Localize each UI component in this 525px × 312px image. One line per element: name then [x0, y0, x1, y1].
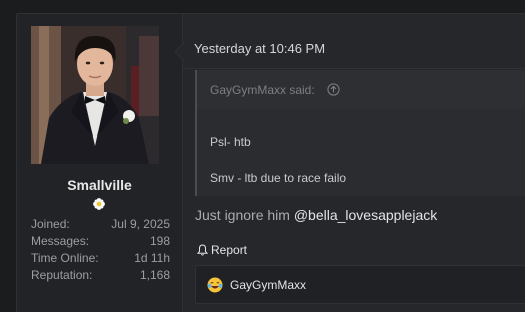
- forum-post: Smallville Joined: Jul 9, 2025 Messages:…: [16, 13, 525, 312]
- stat-value: Jul 9, 2025: [111, 217, 170, 231]
- stat-label: Messages:: [31, 234, 90, 248]
- stat-label: Joined:: [31, 217, 70, 231]
- quote-author: GayGymMaxx said:: [210, 83, 315, 97]
- stat-row-time-online: Time Online: 1d 11h: [31, 250, 170, 267]
- message-text: Just ignore him: [195, 207, 294, 223]
- user-stats: Joined: Jul 9, 2025 Messages: 198 Time O…: [31, 216, 170, 284]
- quote-line: Smv - ltb due to race failo: [210, 171, 347, 185]
- report-label: Report: [211, 243, 248, 257]
- header-divider: [182, 68, 525, 69]
- bell-icon: [197, 244, 208, 256]
- stat-value: 1d 11h: [134, 251, 170, 265]
- stat-value: 198: [149, 234, 170, 248]
- post-timestamp[interactable]: Yesterday at 10:46 PM: [194, 41, 325, 56]
- stat-label: Reputation:: [31, 268, 93, 282]
- reaction-user[interactable]: GayGymMaxx: [230, 278, 306, 292]
- stat-row-messages: Messages: 198: [31, 233, 170, 250]
- quote-block: GayGymMaxx said: Psl- htb Smv - ltb due …: [195, 70, 525, 196]
- tears-of-joy-emoji-icon: [207, 277, 223, 293]
- stat-value: 1,168: [139, 268, 170, 282]
- jump-to-quote-icon[interactable]: [327, 83, 340, 96]
- reaction-bar[interactable]: GayGymMaxx: [195, 265, 525, 304]
- user-info-panel: Smallville Joined: Jul 9, 2025 Messages:…: [17, 14, 183, 312]
- quote-line: Psl- htb: [210, 135, 251, 149]
- stat-row-joined: Joined: Jul 9, 2025: [31, 216, 170, 233]
- daisy-flower-icon: [93, 198, 105, 210]
- report-button[interactable]: Report: [197, 243, 247, 257]
- stat-label: Time Online:: [31, 251, 99, 265]
- username[interactable]: Smallville: [17, 177, 182, 193]
- avatar-image: [31, 26, 159, 164]
- user-mention-link[interactable]: @bella_lovesapplejack: [294, 207, 437, 223]
- stat-row-reputation: Reputation: 1,168: [31, 267, 170, 284]
- message-body: Just ignore him @bella_lovesapplejack: [195, 207, 437, 223]
- quote-header[interactable]: GayGymMaxx said:: [197, 70, 525, 109]
- user-avatar[interactable]: [31, 26, 159, 164]
- page: Smallville Joined: Jul 9, 2025 Messages:…: [0, 0, 525, 312]
